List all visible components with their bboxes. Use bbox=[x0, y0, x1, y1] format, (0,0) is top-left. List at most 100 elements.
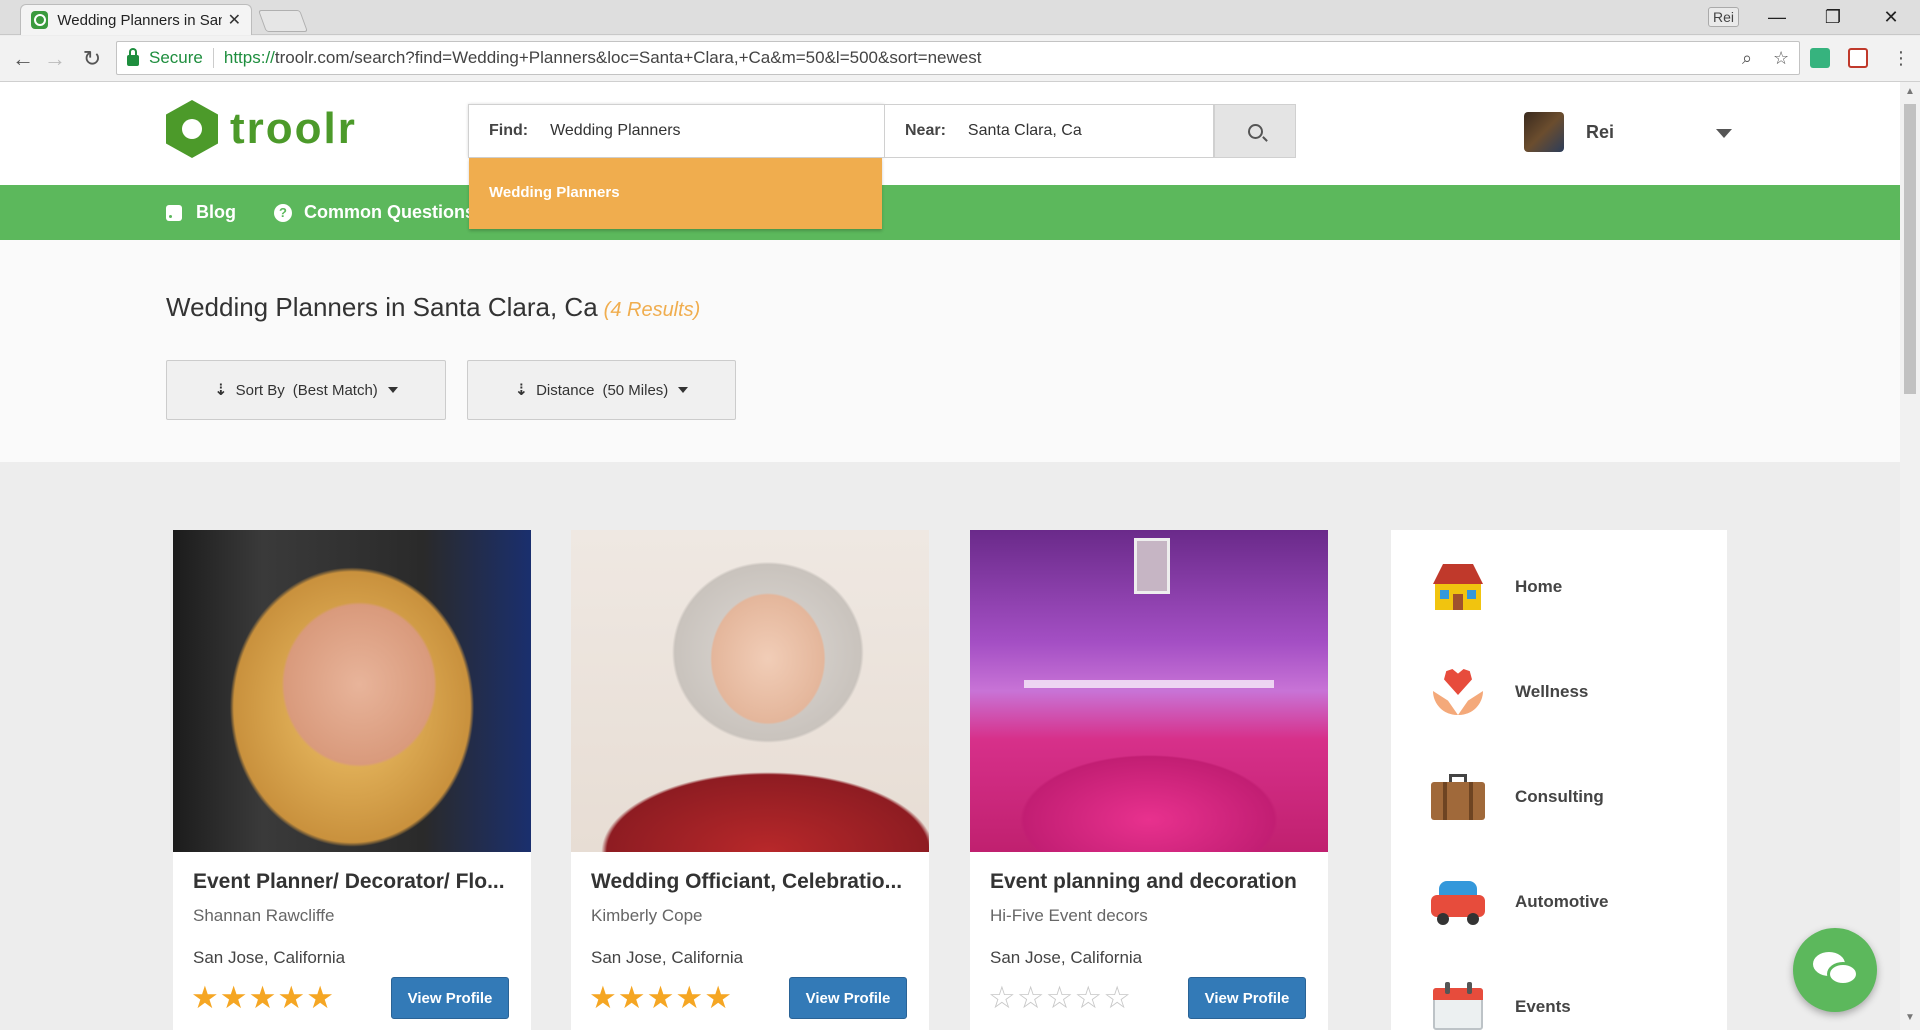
nav-common-questions[interactable]: ? Common Questions bbox=[274, 202, 475, 223]
nav-blog[interactable]: Blog bbox=[166, 202, 236, 223]
browser-profile-chip[interactable]: Rei bbox=[1708, 7, 1740, 27]
scroll-up-arrow-icon[interactable]: ▲ bbox=[1905, 86, 1915, 97]
forward-arrow-icon[interactable]: → bbox=[40, 44, 70, 74]
category-item-automotive[interactable]: Automotive bbox=[1431, 877, 1609, 927]
browser-menu-icon[interactable]: ⋮ bbox=[1892, 48, 1910, 69]
sort-label: Sort By bbox=[235, 381, 285, 399]
star-filled-icon: ★ bbox=[646, 980, 675, 1015]
find-input[interactable] bbox=[550, 122, 851, 140]
extension-green-icon[interactable] bbox=[1810, 48, 1830, 68]
card-title[interactable]: Event Planner/ Decorator/ Flo... bbox=[193, 870, 518, 894]
restore-icon[interactable]: ❐ bbox=[1810, 2, 1856, 32]
extension-pocket-icon[interactable] bbox=[1848, 48, 1868, 68]
card-title[interactable]: Event planning and decoration bbox=[990, 870, 1315, 894]
category-item-home[interactable]: Home bbox=[1431, 562, 1562, 612]
star-empty-icon: ☆ bbox=[988, 980, 1016, 1015]
reload-icon[interactable]: ↻ bbox=[77, 44, 107, 74]
results-header: Wedding Planners in Santa Clara, Ca (4 Re… bbox=[0, 240, 1900, 462]
url-text[interactable]: https://troolr.com/search?find=Wedding+P… bbox=[224, 48, 982, 68]
user-dropdown-caret-icon[interactable] bbox=[1716, 129, 1732, 138]
result-card[interactable]: Wedding Officiant, Celebratio... Kimberl… bbox=[571, 530, 929, 1030]
star-filled-icon: ★ bbox=[589, 980, 617, 1015]
result-card[interactable]: Event Planner/ Decorator/ Flo... Shannan… bbox=[173, 530, 531, 1030]
scrollbar-thumb[interactable] bbox=[1904, 104, 1916, 394]
user-name[interactable]: Rei bbox=[1586, 122, 1614, 143]
question-icon: ? bbox=[274, 203, 292, 222]
bookmark-star-icon[interactable]: ☆ bbox=[1773, 48, 1789, 69]
results-title-text: Wedding Planners in Santa Clara, Ca bbox=[166, 292, 598, 322]
card-title[interactable]: Wedding Officiant, Celebratio... bbox=[591, 870, 916, 894]
calendar-icon bbox=[1431, 982, 1485, 1030]
find-field[interactable]: Find: bbox=[468, 104, 884, 158]
url-path: troolr.com/search?find=Wedding+Planners&… bbox=[274, 48, 982, 67]
search-icon bbox=[1247, 123, 1263, 139]
star-empty-icon: ☆ bbox=[1016, 980, 1045, 1015]
live-chat-button[interactable] bbox=[1793, 928, 1877, 1012]
lock-icon bbox=[127, 48, 139, 66]
profile-photo[interactable] bbox=[173, 530, 531, 852]
main-nav: Blog ? Common Questions bbox=[0, 185, 1900, 240]
near-label: Near: bbox=[905, 122, 946, 139]
card-subtitle: Kimberly Cope bbox=[591, 906, 703, 925]
star-filled-icon: ★ bbox=[219, 980, 248, 1015]
category-label: Wellness bbox=[1515, 682, 1589, 701]
category-item-wellness[interactable]: Wellness bbox=[1431, 667, 1588, 717]
zoom-icon[interactable]: ⌕ bbox=[1742, 48, 1752, 69]
page-scrollbar[interactable]: ▲ ▼ bbox=[1900, 82, 1920, 1030]
search-suggestion-item[interactable]: Wedding Planners bbox=[469, 158, 882, 229]
near-field[interactable]: Near: bbox=[884, 104, 1214, 158]
tab-title: Wedding Planners in Santa bbox=[57, 11, 222, 29]
star-filled-icon: ★ bbox=[191, 980, 219, 1015]
star-filled-icon: ★ bbox=[675, 980, 704, 1015]
star-filled-icon: ★ bbox=[248, 980, 277, 1015]
address-bar[interactable]: Secure https://troolr.com/search?find=We… bbox=[116, 41, 1800, 75]
user-menu[interactable]: Rei bbox=[1524, 112, 1614, 152]
briefcase-icon bbox=[1431, 772, 1485, 822]
category-sidebar: Home Wellness Consulting Automotive Even… bbox=[1391, 530, 1727, 1030]
house-icon bbox=[1431, 562, 1485, 612]
back-arrow-icon[interactable]: ← bbox=[8, 44, 38, 74]
scroll-down-arrow-icon[interactable]: ▼ bbox=[1905, 1012, 1915, 1023]
rss-icon bbox=[166, 204, 182, 221]
browser-toolbar: ← → ↻ Secure https://troolr.com/search?f… bbox=[0, 36, 1920, 82]
category-label: Automotive bbox=[1515, 892, 1609, 911]
sort-icon: ⇣ bbox=[514, 382, 529, 399]
sort-by-dropdown[interactable]: ⇣ Sort By (Best Match) bbox=[166, 360, 446, 420]
search-button[interactable] bbox=[1214, 104, 1296, 158]
avatar[interactable] bbox=[1524, 112, 1564, 152]
troolr-favicon-icon bbox=[31, 11, 49, 29]
troolr-logo-icon bbox=[166, 100, 218, 158]
result-card[interactable]: Event planning and decoration Hi-Five Ev… bbox=[970, 530, 1328, 1030]
category-item-consulting[interactable]: Consulting bbox=[1431, 772, 1604, 822]
star-filled-icon: ★ bbox=[617, 980, 646, 1015]
chevron-down-icon bbox=[678, 387, 689, 393]
profile-photo[interactable] bbox=[970, 530, 1328, 852]
star-empty-icon: ☆ bbox=[1103, 980, 1131, 1015]
view-profile-button[interactable]: View Profile bbox=[391, 977, 509, 1019]
distance-dropdown[interactable]: ⇣ Distance (50 Miles) bbox=[467, 360, 736, 420]
category-label: Events bbox=[1515, 997, 1571, 1016]
car-icon bbox=[1431, 877, 1485, 927]
profile-photo[interactable] bbox=[571, 530, 929, 852]
star-empty-icon: ☆ bbox=[1074, 980, 1103, 1015]
tab-close-icon[interactable]: ✕ bbox=[228, 10, 241, 30]
chevron-down-icon bbox=[387, 387, 398, 393]
page-title: Wedding Planners in Santa Clara, Ca (4 Re… bbox=[166, 292, 700, 323]
category-label: Home bbox=[1515, 577, 1563, 596]
url-protocol: https:// bbox=[223, 48, 275, 67]
view-profile-button[interactable]: View Profile bbox=[789, 977, 907, 1019]
nav-blog-label: Blog bbox=[196, 202, 236, 222]
category-item-events[interactable]: Events bbox=[1431, 982, 1571, 1030]
browser-tab-bar: Wedding Planners in Santa ✕ Rei — ❐ ✕ bbox=[0, 0, 1920, 35]
view-profile-button[interactable]: View Profile bbox=[1188, 977, 1306, 1019]
browser-tab[interactable]: Wedding Planners in Santa ✕ bbox=[20, 4, 252, 35]
troolr-logo[interactable]: troolr bbox=[166, 100, 357, 158]
star-filled-icon: ★ bbox=[277, 980, 306, 1015]
sort-value: (Best Match) bbox=[292, 381, 378, 399]
new-tab-button[interactable] bbox=[257, 10, 309, 32]
close-window-icon[interactable]: ✕ bbox=[1868, 2, 1914, 32]
category-label: Consulting bbox=[1515, 787, 1604, 806]
star-filled-icon: ★ bbox=[704, 980, 732, 1015]
near-input[interactable] bbox=[967, 122, 1168, 140]
minimize-icon[interactable]: — bbox=[1754, 2, 1800, 32]
